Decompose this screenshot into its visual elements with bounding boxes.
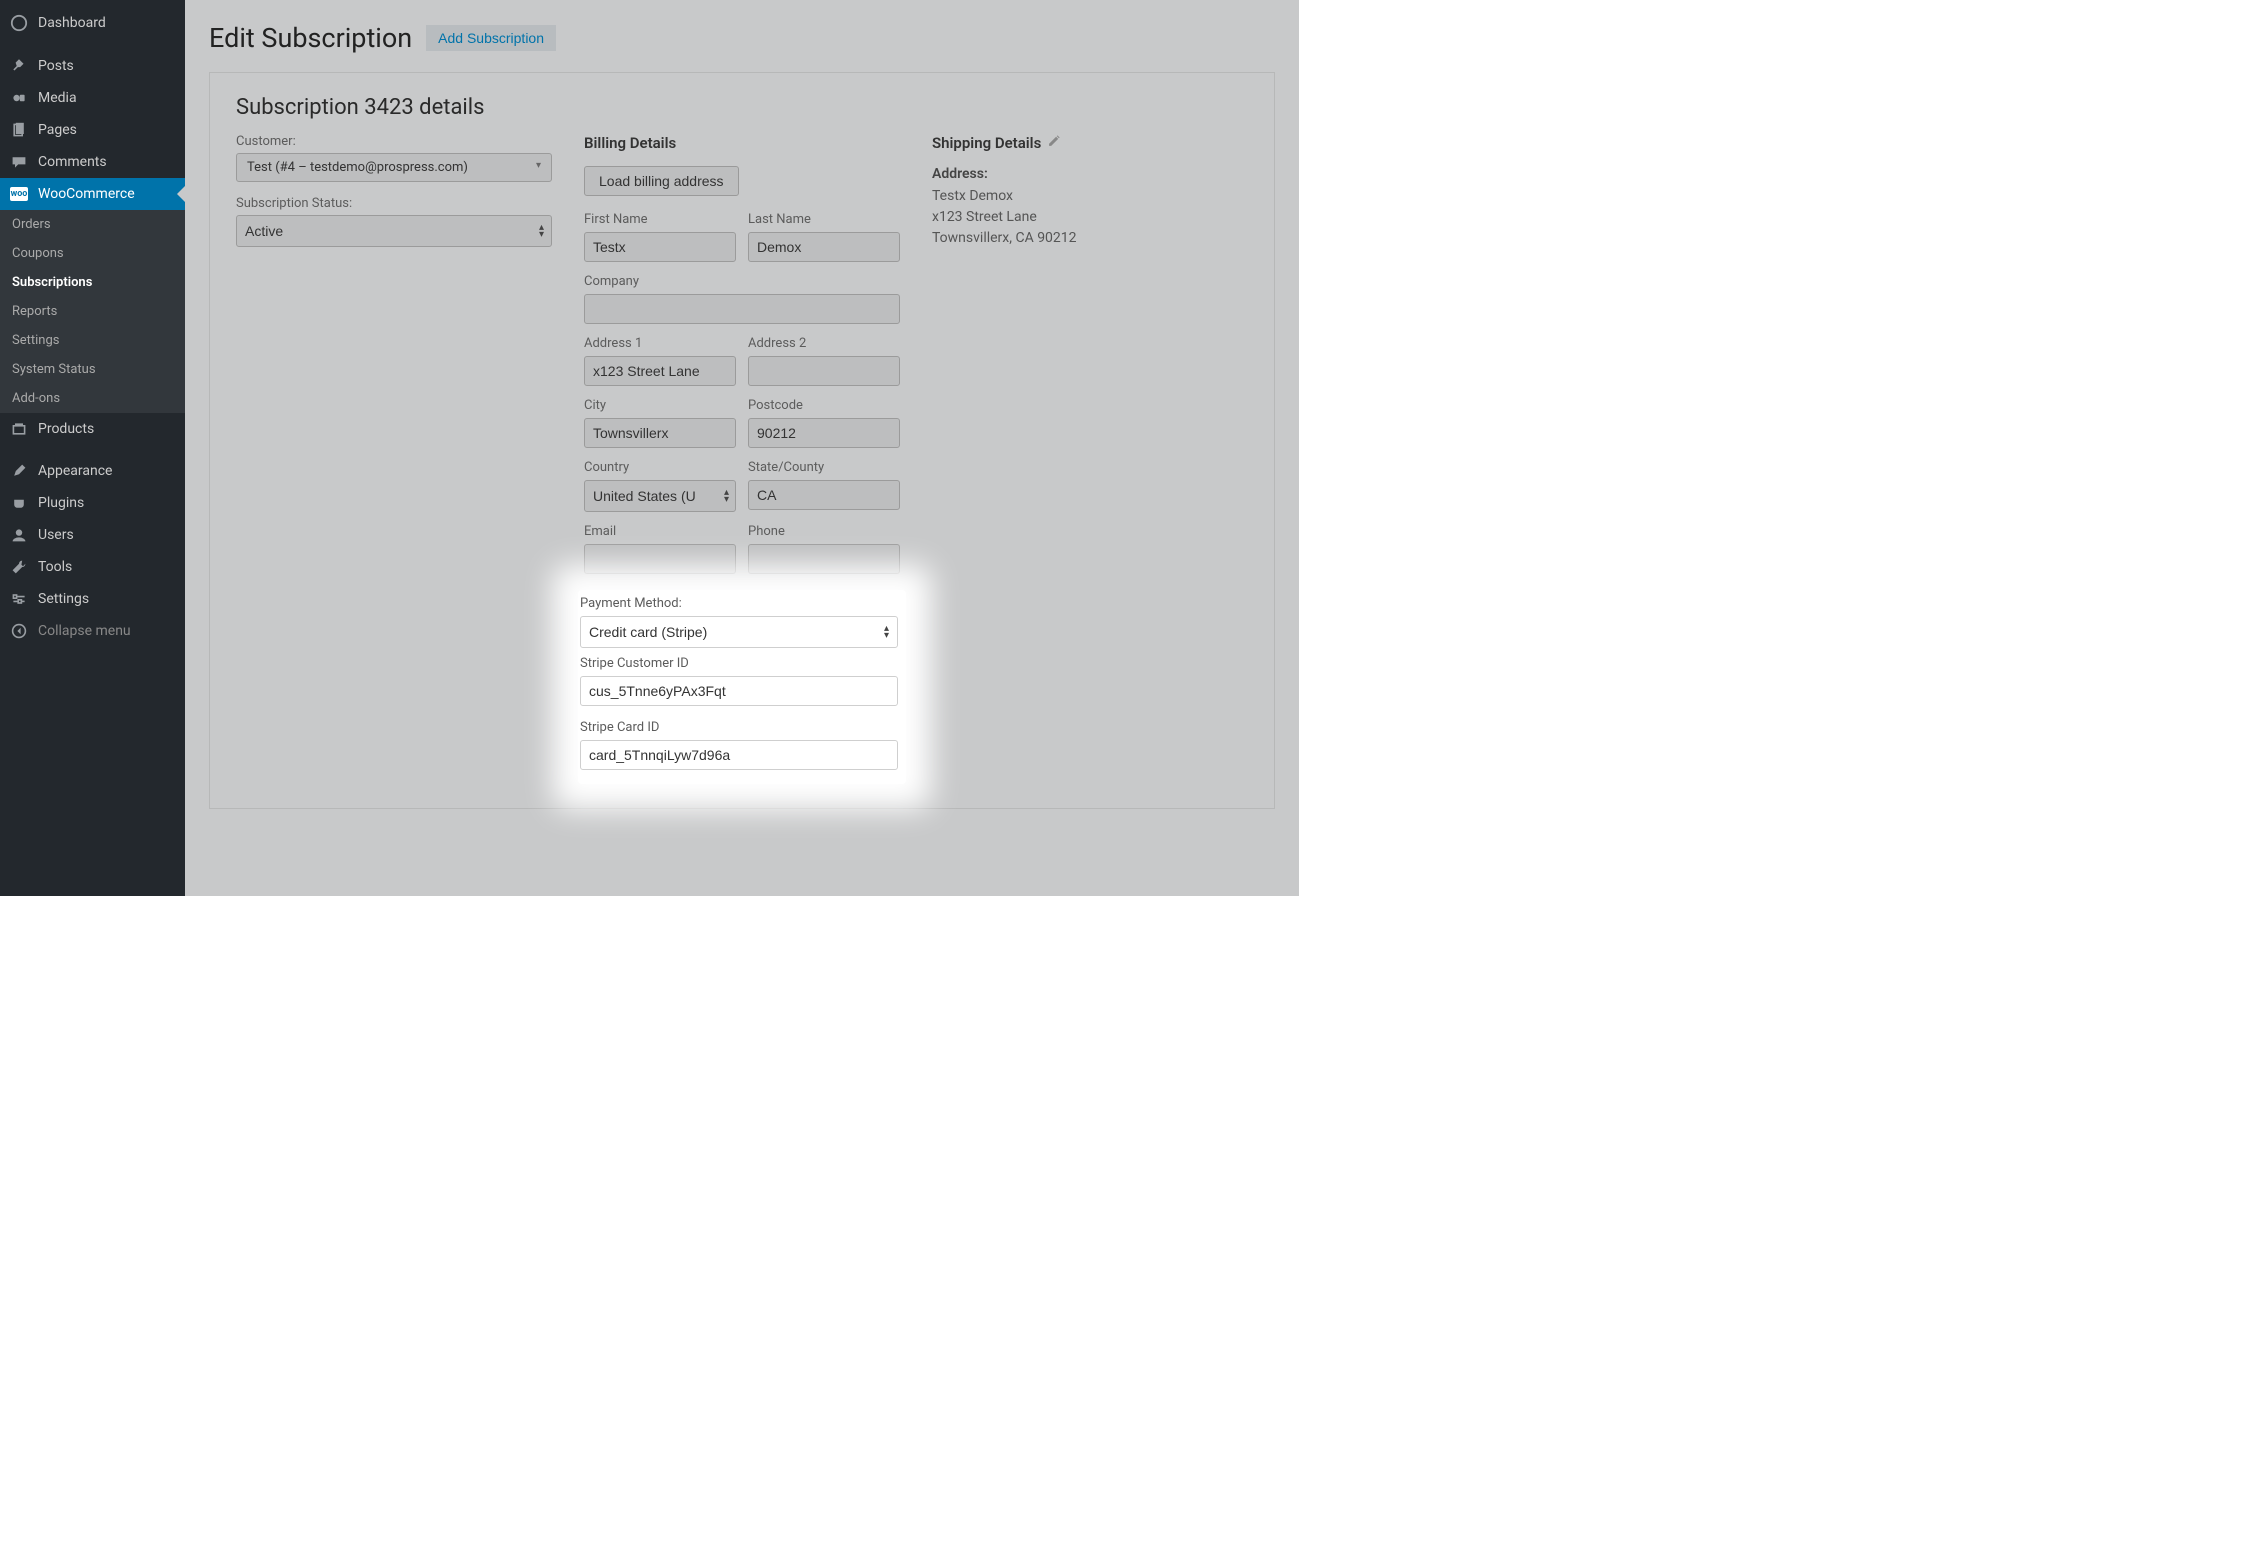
shipping-heading: Shipping Details [932, 134, 1041, 152]
woocommerce-icon: woo [10, 187, 28, 201]
sidebar-sub-subscriptions[interactable]: Subscriptions [0, 268, 185, 297]
sidebar-item-pages[interactable]: Pages [0, 114, 185, 146]
sidebar-label: Collapse menu [38, 623, 131, 639]
sidebar-item-dashboard[interactable]: Dashboard [0, 6, 185, 40]
sidebar-label: Posts [38, 58, 74, 74]
sidebar-label: Settings [38, 591, 89, 607]
plugins-icon [10, 495, 28, 511]
sidebar-label: Appearance [38, 463, 112, 479]
sidebar-sub-system-status[interactable]: System Status [0, 355, 185, 384]
sidebar-item-products[interactable]: Products [0, 413, 185, 445]
address2-label: Address 2 [748, 336, 900, 351]
stripe-customer-id-label: Stripe Customer ID [580, 656, 898, 671]
email-input[interactable] [584, 544, 736, 574]
sidebar-item-users[interactable]: Users [0, 519, 185, 551]
country-label: Country [584, 460, 736, 475]
stripe-customer-id-input[interactable] [580, 676, 898, 706]
sidebar-label: Products [38, 421, 94, 437]
sidebar-label: Media [38, 90, 77, 106]
sidebar-item-settings[interactable]: Settings [0, 583, 185, 615]
main-content: Edit Subscription Add Subscription Subsc… [185, 0, 1299, 896]
appearance-icon [10, 463, 28, 479]
sidebar-label: Dashboard [38, 15, 106, 31]
city-input[interactable] [584, 418, 736, 448]
stripe-card-id-label: Stripe Card ID [580, 720, 898, 735]
subscription-details-panel: Subscription 3423 details Customer: Test… [209, 72, 1275, 809]
pages-icon [10, 122, 28, 138]
sidebar-label: Comments [38, 154, 107, 170]
sidebar-sub-orders[interactable]: Orders [0, 210, 185, 239]
sidebar-item-posts[interactable]: Posts [0, 50, 185, 82]
address1-label: Address 1 [584, 336, 736, 351]
address1-input[interactable] [584, 356, 736, 386]
city-label: City [584, 398, 736, 413]
payment-method-select[interactable] [580, 616, 898, 648]
payment-method-label: Payment Method: [580, 596, 898, 611]
sidebar-label: Plugins [38, 495, 84, 511]
shipping-line-3: Townsvillerx, CA 90212 [932, 228, 1248, 249]
sidebar-item-plugins[interactable]: Plugins [0, 487, 185, 519]
media-icon [10, 90, 28, 106]
shipping-line-2: x123 Street Lane [932, 207, 1248, 228]
sidebar-sub-reports[interactable]: Reports [0, 297, 185, 326]
company-input[interactable] [584, 294, 900, 324]
email-label: Email [584, 524, 736, 539]
page-title: Edit Subscription [209, 22, 412, 54]
phone-label: Phone [748, 524, 900, 539]
sidebar-sub-coupons[interactable]: Coupons [0, 239, 185, 268]
first-name-label: First Name [584, 212, 736, 227]
load-billing-button[interactable]: Load billing address [584, 166, 739, 196]
payment-method-section: Payment Method: ▴▾ Stripe Customer ID St… [578, 590, 906, 784]
sidebar-item-collapse[interactable]: Collapse menu [0, 615, 185, 647]
sidebar-item-tools[interactable]: Tools [0, 551, 185, 583]
comment-icon [10, 154, 28, 170]
sidebar-item-appearance[interactable]: Appearance [0, 455, 185, 487]
add-subscription-button[interactable]: Add Subscription [426, 25, 556, 51]
last-name-input[interactable] [748, 232, 900, 262]
sidebar-label: Users [38, 527, 74, 543]
customer-label: Customer: [236, 134, 552, 149]
first-name-input[interactable] [584, 232, 736, 262]
postcode-input[interactable] [748, 418, 900, 448]
postcode-label: Postcode [748, 398, 900, 413]
sidebar-sub-settings[interactable]: Settings [0, 326, 185, 355]
dashboard-icon [10, 14, 28, 32]
sidebar-item-woocommerce[interactable]: woo WooCommerce [0, 178, 185, 210]
address2-input[interactable] [748, 356, 900, 386]
customer-select[interactable]: Test (#4 – testdemo@prospress.com) [236, 153, 552, 182]
settings-icon [10, 591, 28, 607]
tools-icon [10, 559, 28, 575]
sidebar-label: WooCommerce [38, 186, 135, 202]
panel-title: Subscription 3423 details [236, 95, 1248, 120]
sidebar-label: Pages [38, 122, 77, 138]
sidebar-sub-addons[interactable]: Add-ons [0, 384, 185, 413]
stripe-card-id-input[interactable] [580, 740, 898, 770]
products-icon [10, 421, 28, 437]
company-label: Company [584, 274, 900, 289]
subscription-status-select[interactable] [236, 215, 552, 247]
phone-input[interactable] [748, 544, 900, 574]
state-label: State/County [748, 460, 900, 475]
last-name-label: Last Name [748, 212, 900, 227]
state-input[interactable] [748, 480, 900, 510]
collapse-icon [10, 623, 28, 639]
sidebar-label: Tools [38, 559, 72, 575]
shipping-address-label: Address: [932, 166, 1248, 182]
billing-heading: Billing Details [584, 134, 900, 152]
edit-shipping-icon[interactable] [1047, 134, 1061, 152]
admin-sidebar: Dashboard Posts Media Pages Comments woo… [0, 0, 185, 896]
sidebar-item-comments[interactable]: Comments [0, 146, 185, 178]
pin-icon [10, 58, 28, 74]
country-select[interactable] [584, 480, 736, 512]
sidebar-item-media[interactable]: Media [0, 82, 185, 114]
status-label: Subscription Status: [236, 196, 552, 211]
shipping-line-1: Testx Demox [932, 186, 1248, 207]
users-icon [10, 527, 28, 543]
